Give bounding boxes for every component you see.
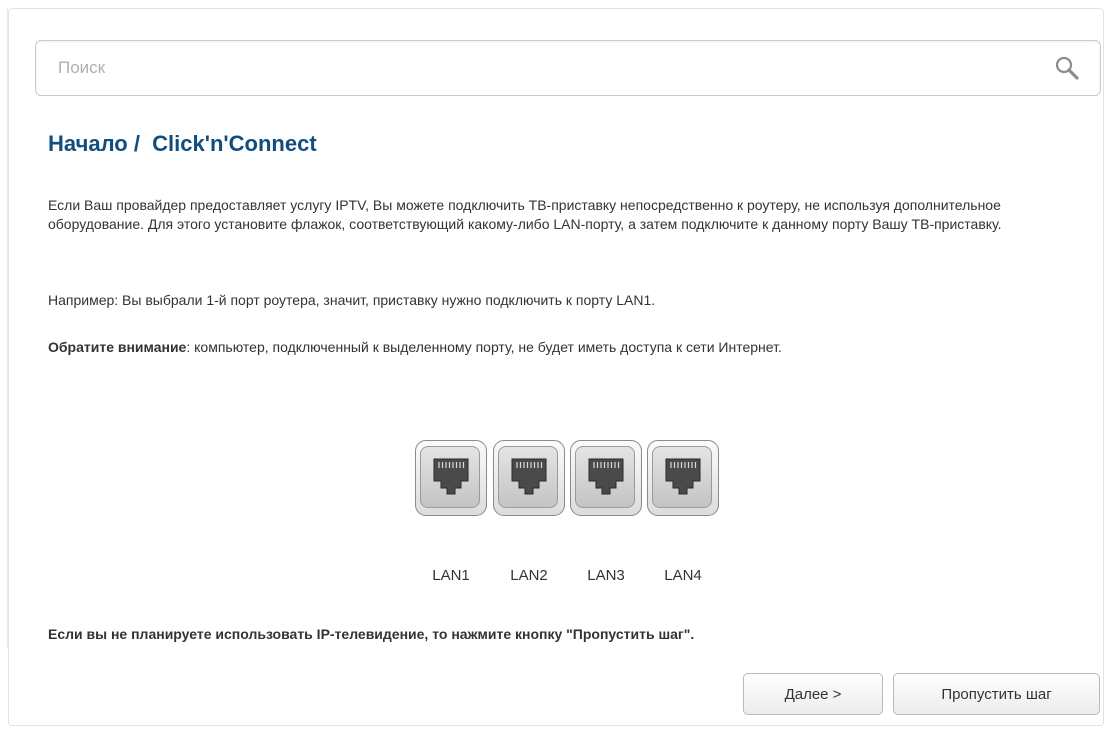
lan3-label: LAN3	[587, 567, 625, 584]
warning-text: : компьютер, подключенный к выделенному …	[186, 339, 782, 355]
ethernet-port-icon	[433, 458, 469, 495]
search-input[interactable]	[36, 41, 1100, 95]
ethernet-port-icon	[588, 458, 624, 495]
lan2-label: LAN2	[510, 567, 548, 584]
content-panel	[8, 8, 1104, 726]
ethernet-port-icon	[511, 458, 547, 495]
lan-ports-group	[415, 440, 725, 516]
lan-port-labels: LAN1 LAN2 LAN3 LAN4	[415, 567, 725, 587]
intro-paragraph: Если Ваш провайдер предоставляет услугу …	[48, 197, 1002, 232]
warning-paragraph: Обратите внимание: компьютер, подключенн…	[48, 338, 1088, 357]
search-icon[interactable]	[1054, 55, 1080, 81]
next-button[interactable]: Далее >	[743, 673, 883, 715]
lan2-port[interactable]	[493, 440, 565, 516]
lan3-port[interactable]	[570, 440, 642, 516]
lan4-port[interactable]	[647, 440, 719, 516]
skip-step-button[interactable]: Пропустить шаг	[893, 673, 1100, 715]
warning-label: Обратите внимание	[48, 339, 187, 355]
left-panel-edge	[0, 8, 8, 648]
ethernet-port-icon	[665, 458, 701, 495]
lan1-port[interactable]	[415, 440, 487, 516]
example-paragraph: Например: Вы выбрали 1-й порт роутера, з…	[48, 292, 656, 308]
lan4-label: LAN4	[664, 567, 702, 584]
skip-note: Если вы не планируете использовать IP-те…	[48, 626, 695, 642]
lan1-label: LAN1	[432, 567, 470, 584]
page-title: Начало / Click'n'Connect	[48, 131, 317, 156]
search-box[interactable]	[35, 40, 1101, 96]
